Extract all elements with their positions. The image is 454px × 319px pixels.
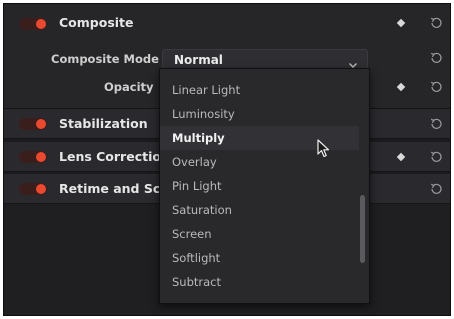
- toggle-knob: [36, 152, 46, 162]
- dropdown-item-saturation[interactable]: Saturation: [160, 198, 359, 222]
- lens-correction-toggle[interactable]: [19, 151, 47, 163]
- composite-title: Composite: [59, 15, 134, 30]
- dropdown-item-softlight[interactable]: Softlight: [160, 246, 359, 270]
- composite-mode-dropdown: Linear Light Luminosity Multiply Overlay…: [159, 68, 370, 304]
- toggle-knob: [36, 119, 46, 129]
- composite-mode-value: Normal: [174, 53, 223, 67]
- reset-icon[interactable]: [429, 51, 443, 65]
- toggle-knob: [36, 184, 46, 194]
- keyframe-diamond-icon[interactable]: [396, 18, 406, 28]
- composite-toggle[interactable]: [19, 18, 47, 30]
- dropdown-item-linear-light[interactable]: Linear Light: [160, 78, 359, 102]
- stabilization-toggle[interactable]: [19, 118, 47, 130]
- reset-icon[interactable]: [429, 117, 443, 131]
- composite-mode-select[interactable]: Normal: [162, 49, 368, 70]
- keyframe-diamond-icon[interactable]: [396, 82, 406, 92]
- stabilization-title: Stabilization: [59, 116, 148, 131]
- retime-toggle[interactable]: [19, 183, 47, 195]
- dropdown-item-screen[interactable]: Screen: [160, 222, 359, 246]
- lens-correction-title: Lens Correction: [59, 149, 170, 164]
- reset-icon[interactable]: [429, 16, 443, 30]
- dropdown-item-luminosity[interactable]: Luminosity: [160, 102, 359, 126]
- keyframe-diamond-icon[interactable]: [396, 152, 406, 162]
- chevron-down-icon: [348, 55, 358, 68]
- toggle-knob: [36, 19, 46, 29]
- dropdown-item-subtract[interactable]: Subtract: [160, 270, 359, 294]
- opacity-label: Opacity: [104, 80, 154, 94]
- reset-icon[interactable]: [429, 150, 443, 164]
- reset-icon[interactable]: [429, 182, 443, 196]
- dropdown-item-pin-light[interactable]: Pin Light: [160, 174, 359, 198]
- mouse-pointer-icon: [317, 139, 331, 159]
- dropdown-scrollbar[interactable]: [360, 195, 365, 263]
- reset-icon[interactable]: [429, 80, 443, 94]
- composite-mode-label: Composite Mode: [51, 52, 159, 66]
- inspector-panel: Composite Composite Mode Opacity Stabili…: [3, 3, 451, 316]
